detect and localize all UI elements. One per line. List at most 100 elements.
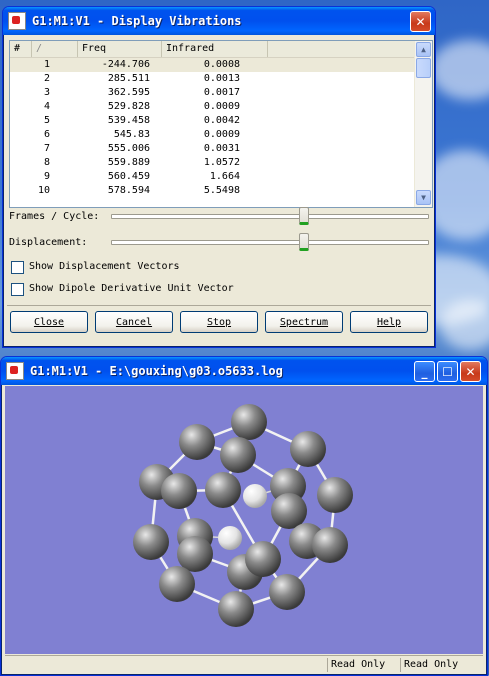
column-header-sort[interactable]: / bbox=[32, 41, 78, 57]
vibrations-list[interactable]: # / Freq Infrared 1 -244.706 0.0008 2 285.51… bbox=[9, 40, 433, 208]
molecule-canvas[interactable] bbox=[5, 386, 483, 654]
hydrogen-atom[interactable] bbox=[218, 526, 242, 550]
frames-slider-track[interactable] bbox=[111, 214, 429, 219]
row-infrared: 0.0031 bbox=[203, 143, 240, 154]
close-window-button[interactable]: ✕ bbox=[410, 11, 431, 32]
carbon-atom[interactable] bbox=[177, 536, 213, 572]
scroll-up-button[interactable]: ▲ bbox=[416, 42, 431, 57]
row-infrared: 1.664 bbox=[209, 171, 240, 182]
list-item[interactable]: 7 555.006 0.0031 bbox=[10, 142, 415, 156]
list-item[interactable]: 3 362.595 0.0017 bbox=[10, 86, 415, 100]
minimize-button[interactable]: _ bbox=[414, 361, 435, 382]
row-freq: 539.458 bbox=[107, 115, 150, 126]
row-infrared: 0.0009 bbox=[203, 101, 240, 112]
status-read-only: Read Only bbox=[400, 658, 461, 672]
list-item[interactable]: 6 545.83 0.0009 bbox=[10, 128, 415, 142]
column-header-index[interactable]: # bbox=[10, 41, 32, 57]
scroll-thumb[interactable] bbox=[416, 58, 431, 78]
carbon-atom[interactable] bbox=[271, 493, 307, 529]
row-freq: 560.459 bbox=[107, 171, 150, 182]
list-rows: 1 -244.706 0.0008 2 285.511 0.0013 3 362.595 0.0… bbox=[10, 58, 415, 198]
row-freq: 555.006 bbox=[107, 143, 150, 154]
frames-per-cycle-label: Frames / Cycle: bbox=[9, 211, 100, 222]
list-item[interactable]: 4 529.828 0.0009 bbox=[10, 100, 415, 114]
row-index: 6 bbox=[43, 129, 50, 140]
carbon-atom[interactable] bbox=[312, 527, 348, 563]
list-item[interactable]: 5 539.458 0.0042 bbox=[10, 114, 415, 128]
list-item[interactable]: 1 -244.706 0.0008 bbox=[10, 58, 415, 72]
list-header: # / Freq Infrared bbox=[10, 41, 415, 58]
row-index: 10 bbox=[37, 185, 50, 196]
carbon-atom[interactable] bbox=[159, 566, 195, 602]
list-scrollbar[interactable]: ▲ ▼ bbox=[414, 41, 432, 207]
close-icon: ✕ bbox=[465, 364, 476, 379]
maximize-button[interactable]: ☐ bbox=[437, 361, 458, 382]
molecule-model[interactable] bbox=[5, 386, 483, 654]
row-freq: 559.889 bbox=[107, 157, 150, 168]
hydrogen-atom[interactable] bbox=[243, 484, 267, 508]
viewer-title: G1:M1:V1 - E:\gouxing\g03.o5633.log bbox=[30, 364, 283, 378]
dialog-title: G1:M1:V1 - Display Vibrations bbox=[32, 14, 242, 28]
row-infrared: 0.0013 bbox=[203, 73, 240, 84]
carbon-atom[interactable] bbox=[220, 437, 256, 473]
row-infrared: 0.0017 bbox=[203, 87, 240, 98]
row-freq: 529.828 bbox=[107, 101, 150, 112]
row-freq: 285.511 bbox=[107, 73, 150, 84]
frames-slider-thumb[interactable] bbox=[298, 207, 309, 225]
molecule-viewer-window: G1:M1:V1 - E:\gouxing\g03.o5633.log _ ☐ … bbox=[0, 356, 488, 676]
row-index: 7 bbox=[43, 143, 50, 154]
scroll-down-button[interactable]: ▼ bbox=[416, 190, 431, 205]
row-freq: 545.83 bbox=[113, 129, 150, 140]
list-item[interactable]: 10 578.594 5.5498 bbox=[10, 184, 415, 198]
row-index: 9 bbox=[43, 171, 50, 182]
carbon-atom[interactable] bbox=[205, 472, 241, 508]
row-freq: 578.594 bbox=[107, 185, 150, 196]
row-infrared: 1.0572 bbox=[203, 157, 240, 168]
row-infrared: 0.0009 bbox=[203, 129, 240, 140]
atoms bbox=[133, 404, 353, 627]
row-index: 3 bbox=[43, 87, 50, 98]
carbon-atom[interactable] bbox=[231, 404, 267, 440]
app-icon bbox=[6, 362, 24, 380]
dialog-titlebar[interactable]: G1:M1:V1 - Display Vibrations ✕ bbox=[3, 7, 435, 35]
column-header-infrared[interactable]: Infrared bbox=[162, 41, 268, 57]
row-index: 8 bbox=[43, 157, 50, 168]
help-button[interactable]: Help bbox=[350, 311, 428, 333]
row-freq: -244.706 bbox=[101, 59, 150, 70]
close-window-button[interactable]: ✕ bbox=[460, 361, 481, 382]
row-freq: 362.595 bbox=[107, 87, 150, 98]
row-infrared: 0.0008 bbox=[203, 59, 240, 70]
row-index: 4 bbox=[43, 101, 50, 112]
stop-button[interactable]: Stop bbox=[180, 311, 258, 333]
maximize-icon: ☐ bbox=[442, 364, 453, 379]
show-dipole-label: Show Dipole Derivative Unit Vector bbox=[29, 283, 234, 294]
close-button[interactable]: Close bbox=[10, 311, 88, 333]
displacement-slider-track[interactable] bbox=[111, 240, 429, 245]
carbon-atom[interactable] bbox=[218, 591, 254, 627]
row-infrared: 0.0042 bbox=[203, 115, 240, 126]
show-vectors-label: Show Displacement Vectors bbox=[29, 261, 180, 272]
carbon-atom[interactable] bbox=[179, 424, 215, 460]
show-vectors-checkbox[interactable] bbox=[11, 261, 24, 274]
carbon-atom[interactable] bbox=[161, 473, 197, 509]
spectrum-button[interactable]: Spectrum bbox=[265, 311, 343, 333]
list-item[interactable]: 8 559.889 1.0572 bbox=[10, 156, 415, 170]
list-item[interactable]: 2 285.511 0.0013 bbox=[10, 72, 415, 86]
column-header-freq[interactable]: Freq bbox=[78, 41, 162, 57]
status-bar: Read Only Read Only bbox=[5, 655, 483, 674]
carbon-atom[interactable] bbox=[290, 431, 326, 467]
show-dipole-checkbox[interactable] bbox=[11, 283, 24, 296]
status-read-only: Read Only bbox=[327, 658, 388, 672]
carbon-atom[interactable] bbox=[269, 574, 305, 610]
carbon-atom[interactable] bbox=[245, 541, 281, 577]
carbon-atom[interactable] bbox=[133, 524, 169, 560]
cancel-button[interactable]: Cancel bbox=[95, 311, 173, 333]
viewer-titlebar[interactable]: G1:M1:V1 - E:\gouxing\g03.o5633.log _ ☐ … bbox=[1, 357, 487, 385]
divider bbox=[7, 305, 431, 306]
displacement-slider-thumb[interactable] bbox=[298, 233, 309, 251]
display-vibrations-window: G1:M1:V1 - Display Vibrations ✕ # / Freq… bbox=[2, 6, 436, 348]
row-index: 1 bbox=[43, 59, 50, 70]
displacement-label: Displacement: bbox=[9, 237, 88, 248]
list-item[interactable]: 9 560.459 1.664 bbox=[10, 170, 415, 184]
carbon-atom[interactable] bbox=[317, 477, 353, 513]
